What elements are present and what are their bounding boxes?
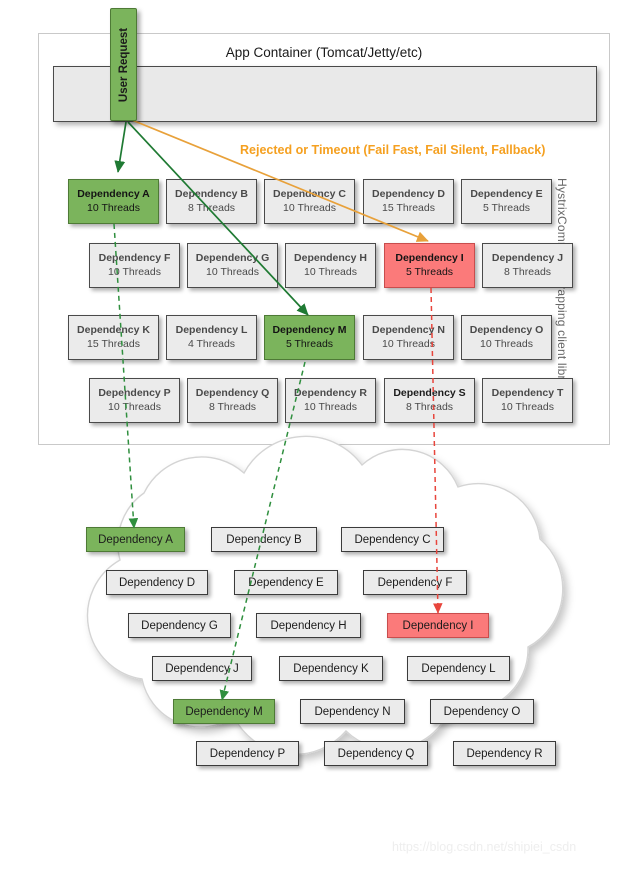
thread-pool-name: Dependency A xyxy=(77,188,150,201)
thread-pool-dependency-r[interactable]: Dependency R 10 Threads xyxy=(285,378,376,423)
cloud-service-dependency-i[interactable]: Dependency I xyxy=(387,613,489,638)
thread-pool-threads: 15 Threads xyxy=(382,201,435,214)
thread-pool-name: Dependency M xyxy=(272,324,347,337)
thread-pool-threads: 10 Threads xyxy=(108,400,161,413)
thread-pool-name: Dependency Q xyxy=(195,387,270,400)
thread-pool-threads: 8 Threads xyxy=(208,400,257,413)
thread-pool-name: Dependency D xyxy=(372,188,445,201)
thread-pool-name: Dependency H xyxy=(294,252,367,265)
cloud-service-dependency-p[interactable]: Dependency P xyxy=(196,741,299,766)
thread-pool-threads: 10 Threads xyxy=(304,400,357,413)
user-request-label: User Request xyxy=(117,27,130,102)
user-request-box[interactable]: User Request xyxy=(110,8,137,121)
thread-pool-threads: 10 Threads xyxy=(501,400,554,413)
cloud-service-dependency-c[interactable]: Dependency C xyxy=(341,527,444,552)
thread-pool-dependency-c[interactable]: Dependency C 10 Threads xyxy=(264,179,355,224)
thread-pool-threads: 5 Threads xyxy=(482,201,531,214)
thread-pool-name: Dependency P xyxy=(98,387,171,400)
thread-pool-dependency-l[interactable]: Dependency L 4 Threads xyxy=(166,315,257,360)
cloud-service-dependency-e[interactable]: Dependency E xyxy=(234,570,338,595)
cloud-service-dependency-b[interactable]: Dependency B xyxy=(211,527,317,552)
thread-pool-threads: 10 Threads xyxy=(304,265,357,278)
thread-pool-name: Dependency J xyxy=(491,252,564,265)
thread-pool-dependency-i[interactable]: Dependency I 5 Threads xyxy=(384,243,475,288)
thread-pool-threads: 4 Threads xyxy=(187,337,236,350)
thread-pool-dependency-a[interactable]: Dependency A 10 Threads xyxy=(68,179,159,224)
thread-pool-name: Dependency O xyxy=(469,324,544,337)
cloud-service-dependency-a[interactable]: Dependency A xyxy=(86,527,185,552)
cloud-shape xyxy=(86,435,564,756)
cloud-service-dependency-h[interactable]: Dependency H xyxy=(256,613,361,638)
thread-pool-dependency-b[interactable]: Dependency B 8 Threads xyxy=(166,179,257,224)
thread-pool-threads: 10 Threads xyxy=(382,337,435,350)
thread-pool-threads: 8 Threads xyxy=(187,201,236,214)
cloud-service-dependency-o[interactable]: Dependency O xyxy=(430,699,534,724)
thread-pool-name: Dependency B xyxy=(175,188,248,201)
thread-pool-threads: 10 Threads xyxy=(206,265,259,278)
thread-pool-dependency-t[interactable]: Dependency T 10 Threads xyxy=(482,378,573,423)
thread-pool-dependency-f[interactable]: Dependency F 10 Threads xyxy=(89,243,180,288)
thread-pool-dependency-q[interactable]: Dependency Q 8 Threads xyxy=(187,378,278,423)
cloud-service-dependency-q[interactable]: Dependency Q xyxy=(324,741,428,766)
thread-pool-name: Dependency K xyxy=(77,324,150,337)
cloud-service-dependency-l[interactable]: Dependency L xyxy=(407,656,510,681)
thread-pool-dependency-p[interactable]: Dependency P 10 Threads xyxy=(89,378,180,423)
cloud-service-dependency-f[interactable]: Dependency F xyxy=(363,570,467,595)
cloud-service-dependency-j[interactable]: Dependency J xyxy=(152,656,252,681)
thread-pool-threads: 5 Threads xyxy=(405,265,454,278)
thread-pool-name: Dependency S xyxy=(393,387,466,400)
hystrix-architecture-diagram: App Container (Tomcat/Jetty/etc) Hystrix… xyxy=(0,0,640,869)
thread-pool-threads: 5 Threads xyxy=(285,337,334,350)
thread-pool-threads: 10 Threads xyxy=(87,201,140,214)
thread-pool-threads: 8 Threads xyxy=(405,400,454,413)
thread-pool-dependency-k[interactable]: Dependency K 15 Threads xyxy=(68,315,159,360)
thread-pool-name: Dependency E xyxy=(470,188,543,201)
thread-pool-threads: 10 Threads xyxy=(480,337,533,350)
thread-pool-dependency-d[interactable]: Dependency D 15 Threads xyxy=(363,179,454,224)
thread-pool-dependency-j[interactable]: Dependency J 8 Threads xyxy=(482,243,573,288)
thread-pool-threads: 8 Threads xyxy=(503,265,552,278)
thread-pool-name: Dependency G xyxy=(195,252,270,265)
thread-pool-name: Dependency L xyxy=(175,324,248,337)
thread-pool-name: Dependency T xyxy=(491,387,564,400)
cloud-service-dependency-k[interactable]: Dependency K xyxy=(279,656,383,681)
cloud-service-dependency-n[interactable]: Dependency N xyxy=(300,699,405,724)
thread-pool-name: Dependency R xyxy=(294,387,367,400)
thread-pool-dependency-h[interactable]: Dependency H 10 Threads xyxy=(285,243,376,288)
thread-pool-threads: 10 Threads xyxy=(283,201,336,214)
thread-pool-name: Dependency C xyxy=(273,188,346,201)
thread-pool-dependency-n[interactable]: Dependency N 10 Threads xyxy=(363,315,454,360)
rejected-timeout-label: Rejected or Timeout (Fail Fast, Fail Sil… xyxy=(240,143,546,157)
thread-pool-threads: 10 Threads xyxy=(108,265,161,278)
watermark: https://blog.csdn.net/shipiei_csdn xyxy=(392,840,577,854)
thread-pool-name: Dependency N xyxy=(372,324,445,337)
thread-pool-name: Dependency I xyxy=(395,252,464,265)
thread-pool-name: Dependency F xyxy=(98,252,171,265)
cloud-service-dependency-g[interactable]: Dependency G xyxy=(128,613,231,638)
thread-pool-dependency-s[interactable]: Dependency S 8 Threads xyxy=(384,378,475,423)
cloud-service-dependency-m[interactable]: Dependency M xyxy=(173,699,275,724)
thread-pool-dependency-m[interactable]: Dependency M 5 Threads xyxy=(264,315,355,360)
cloud-service-dependency-r[interactable]: Dependency R xyxy=(453,741,556,766)
cloud-service-dependency-d[interactable]: Dependency D xyxy=(106,570,208,595)
thread-pool-dependency-g[interactable]: Dependency G 10 Threads xyxy=(187,243,278,288)
thread-pool-dependency-o[interactable]: Dependency O 10 Threads xyxy=(461,315,552,360)
thread-pool-dependency-e[interactable]: Dependency E 5 Threads xyxy=(461,179,552,224)
thread-pool-threads: 15 Threads xyxy=(87,337,140,350)
